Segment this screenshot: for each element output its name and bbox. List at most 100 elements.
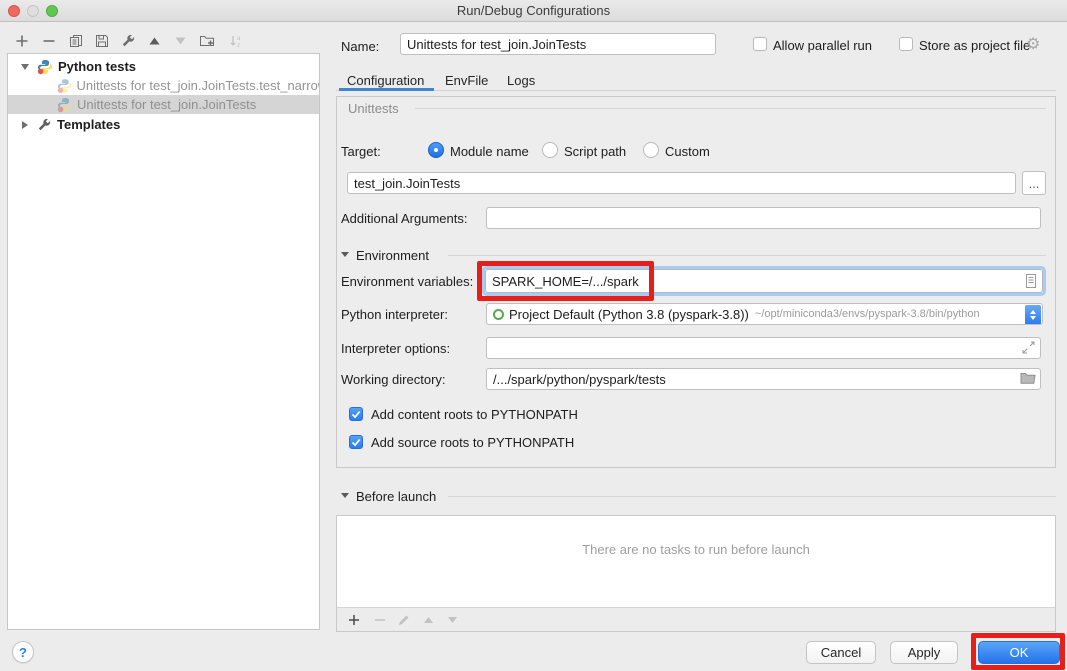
edit-templates-button[interactable] bbox=[118, 31, 138, 51]
store-as-project-file-label[interactable]: Store as project file bbox=[919, 38, 1030, 53]
tree-item-label: Unittests for test_join.JoinTests bbox=[77, 97, 256, 112]
pencil-icon bbox=[398, 614, 410, 626]
minus-icon bbox=[42, 34, 56, 48]
plus-icon bbox=[348, 614, 360, 626]
add-content-roots-checkbox[interactable] bbox=[349, 407, 363, 421]
close-window-button[interactable] bbox=[8, 5, 20, 17]
tree-item-unittests-test-narrow[interactable]: Unittests for test_join.JoinTests.test_n… bbox=[8, 76, 319, 95]
arrow-down-icon bbox=[447, 615, 458, 625]
expand-field-button[interactable] bbox=[1022, 341, 1035, 357]
edit-env-vars-button[interactable] bbox=[1023, 273, 1039, 289]
tree-item-templates[interactable]: Templates bbox=[8, 115, 319, 134]
working-directory-input[interactable] bbox=[486, 368, 1041, 390]
before-launch-collapse-icon[interactable] bbox=[341, 493, 349, 498]
allow-parallel-run-checkbox[interactable] bbox=[753, 37, 767, 51]
add-source-roots-checkbox[interactable] bbox=[349, 435, 363, 449]
allow-parallel-run-label[interactable]: Allow parallel run bbox=[773, 38, 872, 53]
radio-script-path[interactable] bbox=[542, 142, 558, 158]
move-task-down-button bbox=[443, 612, 461, 628]
environment-variables-input[interactable] bbox=[485, 269, 1043, 293]
sort-az-icon: az bbox=[229, 34, 244, 48]
environment-section-title[interactable]: Environment bbox=[356, 248, 429, 263]
window-title: Run/Debug Configurations bbox=[0, 0, 1067, 21]
additional-arguments-label: Additional Arguments: bbox=[341, 211, 467, 226]
wrench-icon bbox=[37, 118, 51, 132]
tree-item-label: Templates bbox=[57, 117, 120, 132]
radio-script-path-label[interactable]: Script path bbox=[564, 144, 626, 159]
tab-envfile[interactable]: EnvFile bbox=[445, 73, 488, 88]
radio-custom-label[interactable]: Custom bbox=[665, 144, 710, 159]
help-button[interactable]: ? bbox=[12, 641, 34, 663]
python-interpreter-label: Python interpreter: bbox=[341, 307, 448, 322]
collapsed-chevron-icon[interactable] bbox=[22, 121, 28, 129]
python-tests-icon bbox=[37, 59, 53, 75]
save-configuration-button[interactable] bbox=[92, 31, 112, 51]
folder-icon bbox=[1020, 371, 1036, 384]
minus-icon bbox=[374, 614, 386, 626]
browse-target-button[interactable]: ... bbox=[1022, 171, 1046, 195]
ok-button[interactable]: OK bbox=[978, 641, 1060, 664]
add-task-button[interactable] bbox=[345, 612, 363, 628]
active-tab-underline bbox=[339, 88, 434, 91]
python-tests-icon bbox=[57, 78, 72, 94]
apply-button[interactable]: Apply bbox=[890, 641, 958, 664]
copy-icon bbox=[69, 34, 83, 48]
python-tests-icon bbox=[57, 97, 73, 113]
add-configuration-button[interactable] bbox=[12, 31, 32, 51]
new-folder-button[interactable] bbox=[197, 31, 217, 51]
additional-arguments-input[interactable] bbox=[486, 207, 1041, 229]
sort-a-letter: a bbox=[237, 36, 241, 42]
radio-module-name-label[interactable]: Module name bbox=[450, 144, 529, 159]
run-debug-configurations-dialog: Run/Debug Configurations az Python tests bbox=[0, 0, 1067, 671]
arrow-down-icon bbox=[174, 35, 187, 47]
minimize-window-button[interactable] bbox=[27, 5, 39, 17]
cancel-button[interactable]: Cancel bbox=[806, 641, 876, 664]
before-launch-panel: There are no tasks to run before launch bbox=[336, 515, 1056, 632]
remove-task-button bbox=[371, 612, 389, 628]
add-source-roots-label[interactable]: Add source roots to PYTHONPATH bbox=[371, 435, 574, 450]
conda-env-icon bbox=[493, 309, 504, 320]
edit-task-button bbox=[395, 612, 413, 628]
plus-icon bbox=[15, 34, 29, 48]
folder-add-icon bbox=[199, 34, 215, 48]
radio-module-name[interactable] bbox=[428, 142, 444, 158]
expand-icon bbox=[1022, 341, 1035, 354]
tree-item-label: Unittests for test_join.JoinTests.test_n… bbox=[76, 78, 319, 93]
radio-custom[interactable] bbox=[643, 142, 659, 158]
environment-variables-label: Environment variables: bbox=[341, 274, 473, 289]
interpreter-options-input[interactable] bbox=[486, 337, 1041, 359]
expanded-chevron-icon[interactable] bbox=[21, 64, 29, 70]
python-interpreter-value: Project Default (Python 3.8 (pyspark-3.8… bbox=[509, 307, 749, 322]
name-label: Name: bbox=[341, 39, 379, 54]
environment-collapse-icon[interactable] bbox=[341, 252, 349, 257]
target-module-input[interactable] bbox=[347, 172, 1016, 194]
copy-configuration-button[interactable] bbox=[66, 31, 86, 51]
tab-logs[interactable]: Logs bbox=[507, 73, 535, 88]
arrow-up-icon bbox=[148, 35, 161, 47]
before-launch-empty-message: There are no tasks to run before launch bbox=[337, 542, 1055, 557]
check-icon bbox=[351, 438, 361, 447]
before-launch-title[interactable]: Before launch bbox=[356, 489, 436, 504]
arrow-up-icon bbox=[423, 615, 434, 625]
title-bar: Run/Debug Configurations bbox=[0, 0, 1067, 22]
dropdown-stepper-icon[interactable] bbox=[1025, 305, 1041, 325]
tree-item-unittests-jointests-selected[interactable]: Unittests for test_join.JoinTests bbox=[8, 95, 319, 114]
interpreter-options-label: Interpreter options: bbox=[341, 341, 450, 356]
remove-configuration-button[interactable] bbox=[39, 31, 59, 51]
add-content-roots-label[interactable]: Add content roots to PYTHONPATH bbox=[371, 407, 578, 422]
zoom-window-button[interactable] bbox=[46, 5, 58, 17]
store-as-project-file-checkbox[interactable] bbox=[899, 37, 913, 51]
python-interpreter-path: ~/opt/miniconda3/envs/pyspark-3.8/bin/py… bbox=[755, 308, 980, 320]
browse-folder-button[interactable] bbox=[1020, 371, 1036, 387]
wrench-icon bbox=[121, 34, 135, 48]
python-interpreter-select[interactable]: Project Default (Python 3.8 (pyspark-3.8… bbox=[486, 303, 1043, 325]
move-up-button[interactable] bbox=[144, 31, 164, 51]
name-input[interactable] bbox=[400, 33, 716, 55]
sort-z-letter: z bbox=[237, 43, 240, 48]
move-down-button bbox=[170, 31, 190, 51]
before-launch-divider bbox=[448, 496, 1056, 497]
group-divider bbox=[415, 108, 1046, 109]
gear-icon[interactable]: ⚙ bbox=[1026, 34, 1040, 54]
tree-item-python-tests[interactable]: Python tests bbox=[8, 57, 319, 76]
tab-configuration[interactable]: Configuration bbox=[347, 73, 424, 88]
